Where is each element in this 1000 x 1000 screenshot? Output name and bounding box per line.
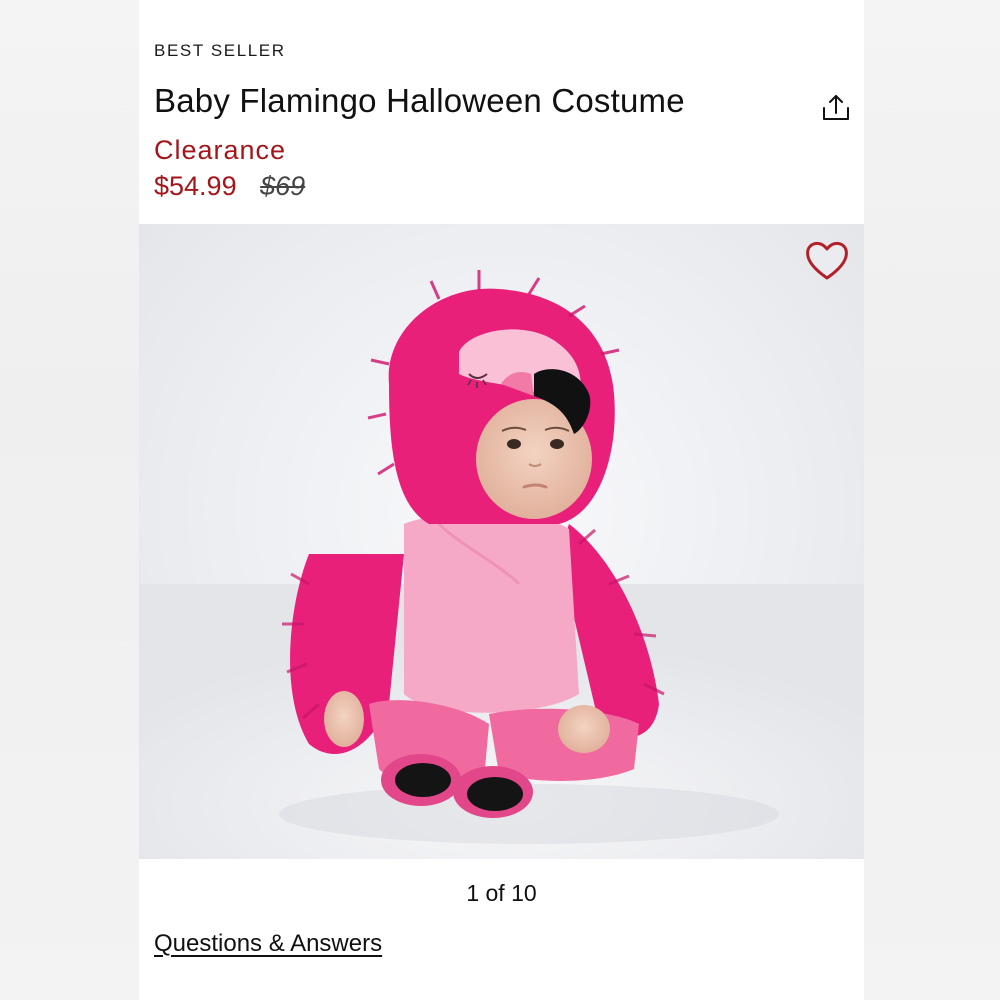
product-image[interactable] (139, 224, 864, 859)
clearance-label: Clearance (154, 135, 287, 165)
original-price: $69 (260, 171, 306, 201)
share-button[interactable] (819, 91, 853, 125)
product-page: BEST SELLER Baby Flamingo Halloween Cost… (139, 0, 864, 1000)
product-title: Baby Flamingo Halloween Costume (154, 82, 685, 119)
price-row: $54.99 $69 (154, 171, 305, 202)
favorite-button[interactable] (803, 239, 851, 283)
best-seller-badge: BEST SELLER (154, 41, 286, 60)
share-icon (823, 95, 849, 120)
background-right (864, 0, 1000, 1000)
image-pager: 1 of 10 (466, 880, 537, 906)
background-left (0, 0, 139, 1000)
questions-answers-link[interactable]: Questions & Answers (154, 930, 382, 958)
heart-icon (806, 242, 848, 280)
flamingo-costume-illustration (139, 270, 864, 859)
sale-price: $54.99 (154, 171, 237, 201)
